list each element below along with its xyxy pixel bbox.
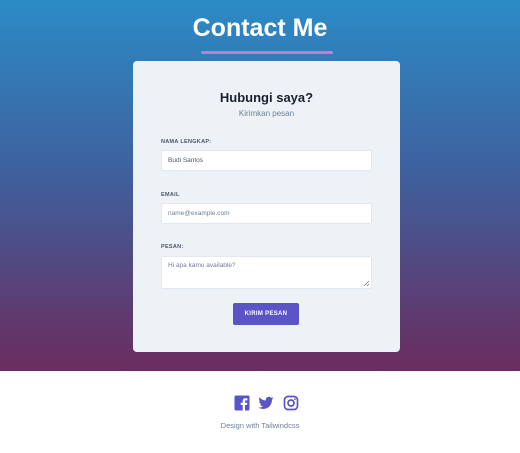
name-label: NAMA LENGKAP: bbox=[161, 139, 212, 145]
message-textarea[interactable] bbox=[161, 256, 372, 289]
resize-handle-icon[interactable] bbox=[363, 280, 370, 287]
facebook-link[interactable] bbox=[234, 395, 250, 411]
twitter-link[interactable] bbox=[258, 395, 274, 411]
page-title: Contact Me bbox=[192, 14, 328, 42]
card-subtitle: Kirimkan pesan bbox=[238, 109, 295, 118]
facebook-icon bbox=[234, 395, 250, 411]
card-title: Hubungi saya? bbox=[219, 90, 314, 105]
twitter-icon bbox=[258, 396, 274, 409]
email-label: EMAIL bbox=[161, 192, 180, 198]
message-label: PESAN: bbox=[161, 244, 184, 250]
instagram-icon bbox=[283, 395, 299, 411]
contact-form-card: Hubungi saya? Kirimkan pesan NAMA LENGKA… bbox=[133, 61, 400, 352]
submit-button[interactable]: KIRIM PESAN bbox=[233, 303, 299, 325]
name-field[interactable] bbox=[161, 150, 372, 171]
footer-credit: Design with Tailwindcss bbox=[220, 421, 300, 430]
instagram-link[interactable] bbox=[283, 395, 299, 411]
email-field[interactable] bbox=[161, 203, 372, 224]
hero-banner: Contact Me Hubungi saya? Kirimkan pesan … bbox=[0, 0, 520, 371]
title-underline bbox=[201, 51, 333, 54]
